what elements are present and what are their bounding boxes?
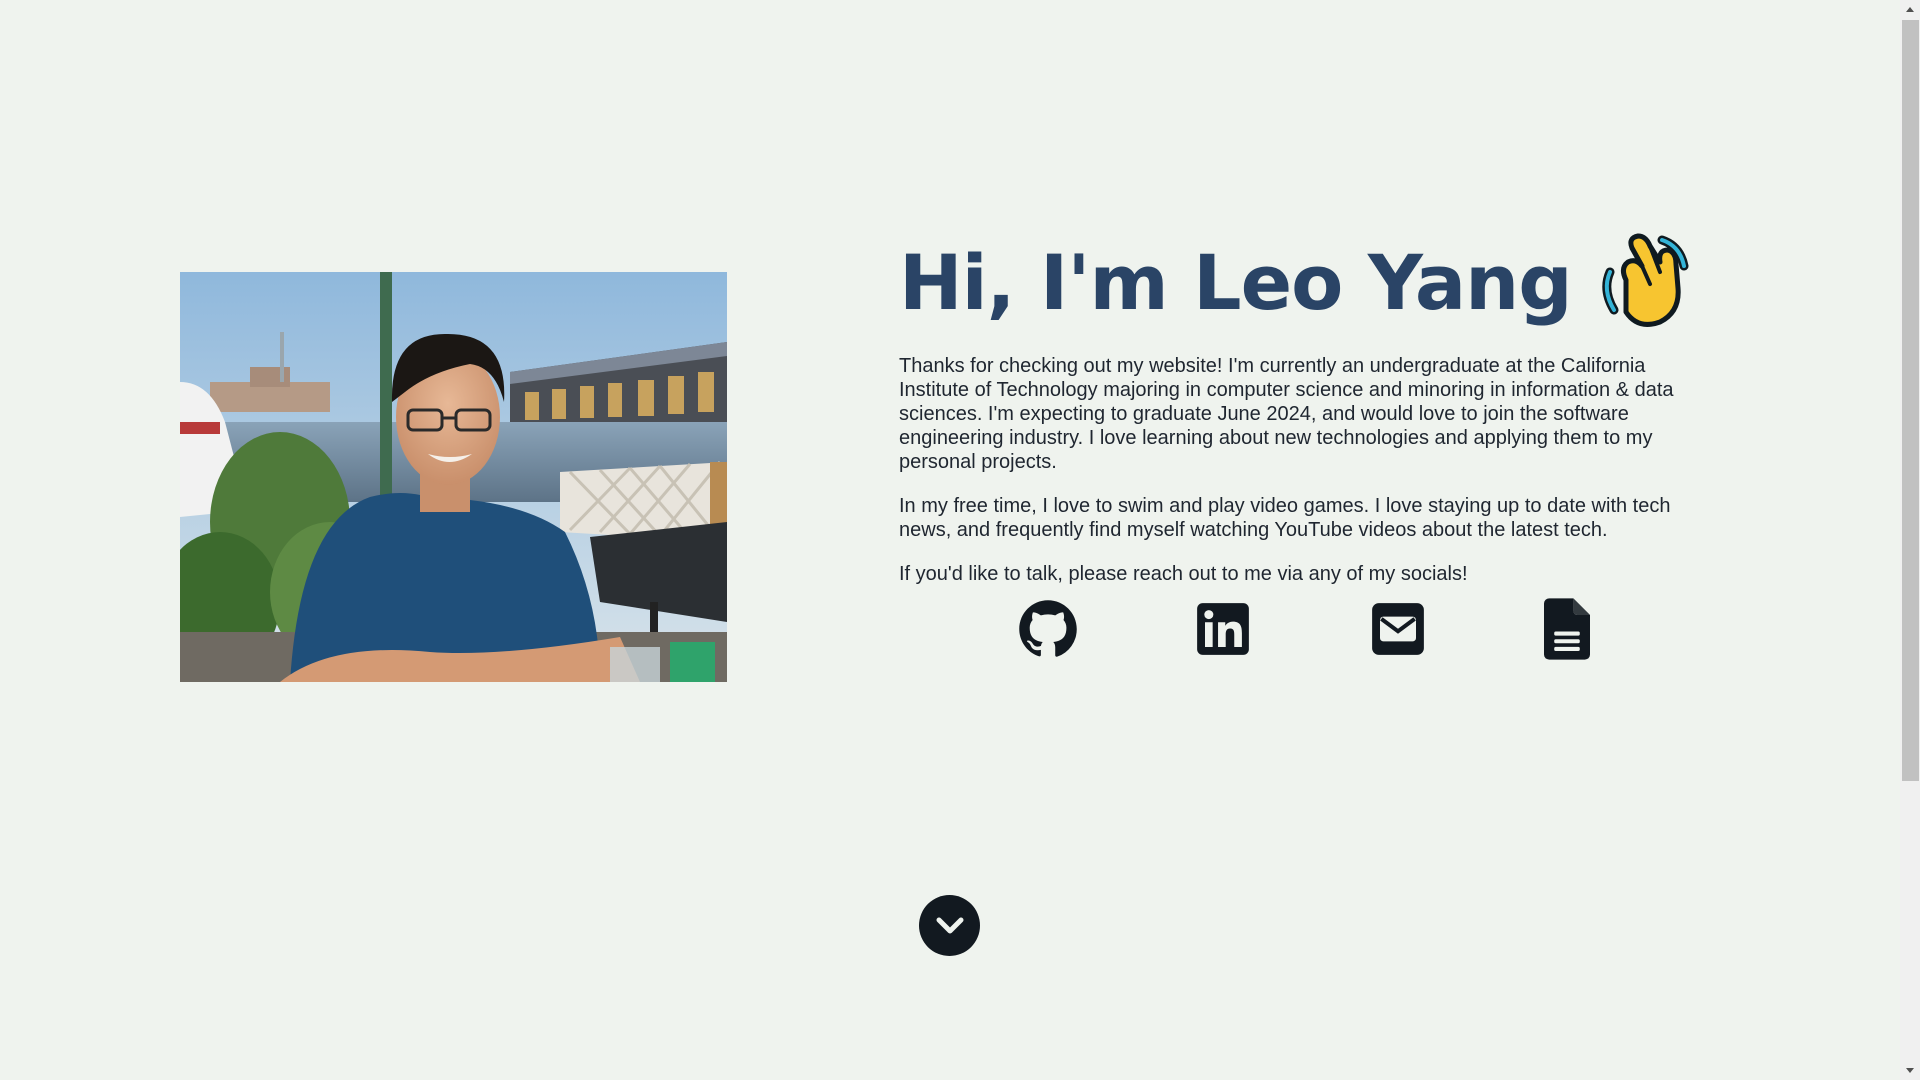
- social-links: [1018, 598, 1590, 660]
- bio-paragraph-1: Thanks for checking out my website! I'm …: [899, 355, 1674, 473]
- email-icon: [1372, 603, 1424, 655]
- profile-photo-image: [180, 272, 727, 682]
- scroll-up-arrow[interactable]: [1900, 0, 1920, 18]
- contact-paragraph: If you'd like to talk, please reach out …: [899, 563, 1468, 585]
- scroll-down-button[interactable]: [919, 895, 980, 956]
- scroll-down-arrow[interactable]: [1900, 1062, 1920, 1080]
- page: Hi, I'm Leo Yang Thanks for checking out…: [0, 0, 1920, 1080]
- scrollbar-thumb[interactable]: [1902, 20, 1919, 781]
- chevron-down-icon: [936, 917, 963, 933]
- profile-photo: [180, 272, 727, 682]
- heading-text: Hi, I'm Leo Yang: [899, 238, 1573, 327]
- vertical-scrollbar[interactable]: [1900, 0, 1920, 1080]
- github-icon: [1019, 600, 1077, 657]
- resume-link[interactable]: [1544, 598, 1590, 660]
- email-link[interactable]: [1371, 602, 1425, 656]
- intro-section: Hi, I'm Leo Yang Thanks for checking out…: [899, 228, 1719, 586]
- github-link[interactable]: [1018, 599, 1078, 659]
- linkedin-icon: [1197, 603, 1249, 655]
- linkedin-link[interactable]: [1196, 602, 1250, 656]
- bio-paragraph-2: In my free time, I love to swim and play…: [899, 495, 1671, 541]
- waving-hand-icon: [1602, 233, 1689, 327]
- resume-document-icon: [1544, 598, 1590, 660]
- page-title: Hi, I'm Leo Yang: [899, 228, 1719, 338]
